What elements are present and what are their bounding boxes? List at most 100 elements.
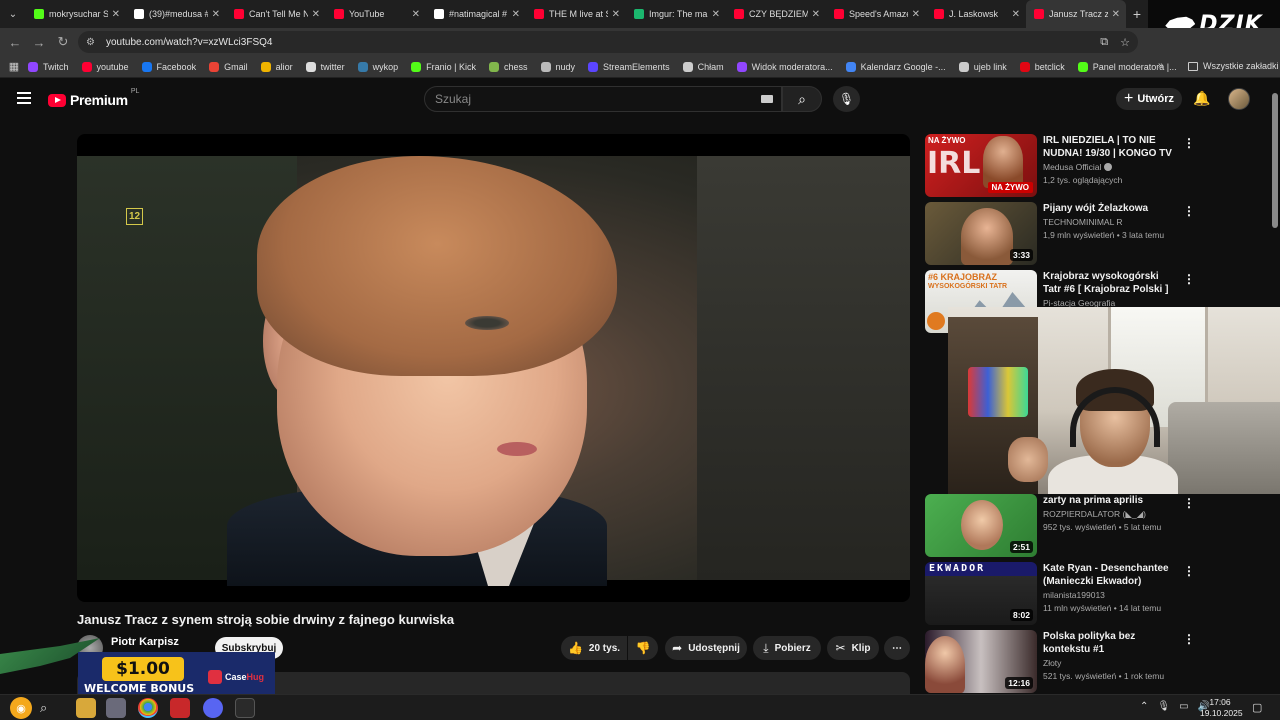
- tray-chevron-icon[interactable]: ⌃: [1140, 701, 1148, 712]
- all-bookmarks-folder[interactable]: Wszystkie zakładki: [1188, 61, 1279, 71]
- apps-grid-icon[interactable]: ▦: [0, 60, 28, 73]
- more-options-icon[interactable]: ⋮: [1183, 272, 1195, 286]
- recommendation-title[interactable]: IRL NIEDZIELA | TO NIE NUDNA! 19/30 | KO…: [1043, 134, 1179, 160]
- more-options-icon[interactable]: ⋮: [1183, 632, 1195, 646]
- bookmark-item[interactable]: Kalendarz Google -...: [845, 61, 946, 72]
- bookmark-item[interactable]: wykop: [357, 61, 398, 72]
- recommendation-item[interactable]: 3:33 Pijany wójt Żelazkowa TECHNOMINIMAL R…: [925, 202, 1270, 266]
- close-tab-icon[interactable]: ✕: [1112, 9, 1120, 20]
- browser-tab[interactable]: #natimagical # ✕: [426, 0, 526, 28]
- video-thumbnail[interactable]: 12:16: [925, 630, 1037, 693]
- browser-tab[interactable]: (39)#medusa # ✕: [126, 0, 226, 28]
- dislike-button[interactable]: 👎: [628, 636, 658, 660]
- more-options-icon[interactable]: ⋮: [1183, 564, 1195, 578]
- browser-tab[interactable]: Speed's Amaze ✕: [826, 0, 926, 28]
- bookmark-item[interactable]: twitter: [305, 61, 345, 72]
- recommendation-title[interactable]: zarty na prima aprilis: [1043, 494, 1179, 507]
- notification-icon[interactable]: ▢: [1252, 701, 1262, 714]
- new-tab-button[interactable]: +: [1126, 6, 1148, 22]
- browser-tab[interactable]: CZY BĘDZIEMY ✕: [726, 0, 826, 28]
- search-button[interactable]: ⌕: [782, 86, 822, 112]
- close-tab-icon[interactable]: ✕: [612, 9, 620, 20]
- bookmark-item[interactable]: betclick: [1019, 61, 1065, 72]
- voice-search-button[interactable]: 🎙: [833, 86, 860, 112]
- bookmark-item[interactable]: Widok moderatora...: [736, 61, 833, 72]
- hamburger-icon[interactable]: [17, 92, 31, 104]
- close-tab-icon[interactable]: ✕: [412, 9, 420, 20]
- install-app-icon[interactable]: ⧉: [1100, 36, 1108, 49]
- video-thumbnail[interactable]: 2:51: [925, 494, 1037, 557]
- bookmark-item[interactable]: Franio | Kick: [411, 61, 476, 72]
- reload-icon[interactable]: ↻: [51, 34, 75, 50]
- browser-tab[interactable]: mokrysuchar S ✕: [26, 0, 126, 28]
- like-button[interactable]: 👍 20 tys.: [561, 636, 627, 660]
- recommendation-title[interactable]: Polska polityka bez kontekstu #1: [1043, 630, 1179, 656]
- explorer-icon[interactable]: [76, 698, 96, 718]
- youtube-premium-logo[interactable]: Premium PL: [48, 88, 139, 108]
- bookmark-item[interactable]: Twitch: [28, 61, 69, 72]
- bell-icon[interactable]: 🔔: [1193, 90, 1210, 108]
- back-arrow-icon[interactable]: ←: [3, 35, 27, 50]
- app-icon[interactable]: [106, 698, 126, 718]
- tab-search-icon[interactable]: ⌄: [0, 0, 26, 28]
- browser-tab[interactable]: Can't Tell Me N ✕: [226, 0, 326, 28]
- discord-icon[interactable]: [203, 698, 223, 718]
- clock[interactable]: 17:06 19.10.2025: [1200, 697, 1243, 719]
- recommendation-item[interactable]: NA ŻYWO IRL NA ŻYWO IRL NIEDZIELA | TO NIE …: [925, 134, 1270, 198]
- chrome-icon[interactable]: [138, 698, 158, 718]
- bookmark-item[interactable]: StreamElements: [588, 61, 670, 72]
- recommendation-title[interactable]: Pijany wójt Żelazkowa: [1043, 202, 1179, 215]
- forward-arrow-icon[interactable]: →: [27, 35, 51, 50]
- start-icon[interactable]: ◉: [10, 697, 32, 719]
- bookmark-item[interactable]: chess: [489, 61, 528, 72]
- video-thumbnail[interactable]: 3:33: [925, 202, 1037, 265]
- more-bookmarks-icon[interactable]: »: [1158, 60, 1164, 71]
- browser-tab[interactable]: J. Laskowsk ✕: [926, 0, 1026, 28]
- download-button[interactable]: ⤓ Pobierz: [753, 636, 821, 660]
- recommendation-title[interactable]: Krajobraz wysokogórski Tatr #6 [ Krajobr…: [1043, 270, 1179, 296]
- bookmark-star-icon[interactable]: ☆: [1120, 36, 1130, 49]
- close-tab-icon[interactable]: ✕: [112, 9, 120, 20]
- browser-tab[interactable]: THE M live at S ✕: [526, 0, 626, 28]
- network-icon[interactable]: ▭: [1179, 701, 1188, 712]
- share-button[interactable]: ➦ Udostępnij: [665, 636, 747, 660]
- recommendation-item[interactable]: EKWADOR 8:02 Kate Ryan - Desenchantee (Man…: [925, 562, 1270, 626]
- close-tab-icon[interactable]: ✕: [712, 9, 720, 20]
- mic-tray-icon[interactable]: 🎙: [1157, 701, 1170, 712]
- close-tab-icon[interactable]: ✕: [312, 9, 320, 20]
- create-button[interactable]: + Utwórz: [1116, 88, 1182, 110]
- account-avatar[interactable]: [1228, 88, 1250, 110]
- recommendation-channel[interactable]: Złoty: [1043, 658, 1061, 668]
- keyboard-icon[interactable]: [761, 95, 773, 103]
- recommendation-channel[interactable]: ROZPIERDALATOR (◣_◢): [1043, 509, 1146, 520]
- video-player[interactable]: 12: [77, 134, 910, 602]
- close-tab-icon[interactable]: ✕: [212, 9, 220, 20]
- recorder-icon[interactable]: [170, 698, 190, 718]
- bookmark-item[interactable]: youtube: [81, 61, 129, 72]
- bookmark-item[interactable]: alior: [260, 61, 293, 72]
- browser-tab[interactable]: Janusz Tracz z ✕: [1026, 0, 1126, 28]
- recommendation-channel[interactable]: milanista199013: [1043, 590, 1105, 600]
- url-field[interactable]: ⚙ youtube.com/watch?v=xzWLci3FSQ4 ⧉ ☆: [78, 31, 1138, 53]
- clip-button[interactable]: ✂ Klip: [827, 636, 879, 660]
- taskbar-search-icon[interactable]: ⌕: [40, 700, 47, 716]
- recommendation-channel[interactable]: TECHNOMINIMAL R: [1043, 217, 1123, 227]
- close-tab-icon[interactable]: ✕: [1012, 9, 1020, 20]
- close-tab-icon[interactable]: ✕: [812, 9, 820, 20]
- browser-tab[interactable]: Imgur: The ma ✕: [626, 0, 726, 28]
- close-tab-icon[interactable]: ✕: [912, 9, 920, 20]
- close-tab-icon[interactable]: ✕: [512, 9, 520, 20]
- more-options-icon[interactable]: ⋮: [1183, 136, 1195, 150]
- more-options-icon[interactable]: ⋮: [1183, 204, 1195, 218]
- recommendation-title[interactable]: Kate Ryan - Desenchantee (Manieczki Ekwa…: [1043, 562, 1179, 588]
- epic-games-icon[interactable]: [235, 698, 255, 718]
- more-actions-button[interactable]: ⋯: [884, 636, 910, 660]
- scrollbar-thumb[interactable]: [1272, 93, 1278, 228]
- video-thumbnail[interactable]: EKWADOR 8:02: [925, 562, 1037, 625]
- bookmark-item[interactable]: ujeb link: [958, 61, 1007, 72]
- browser-tab[interactable]: YouTube ✕: [326, 0, 426, 28]
- bookmark-item[interactable]: Gmail: [209, 61, 248, 72]
- more-options-icon[interactable]: ⋮: [1183, 496, 1195, 510]
- recommendation-channel[interactable]: Medusa Official: [1043, 162, 1113, 172]
- bookmark-item[interactable]: Facebook: [141, 61, 196, 72]
